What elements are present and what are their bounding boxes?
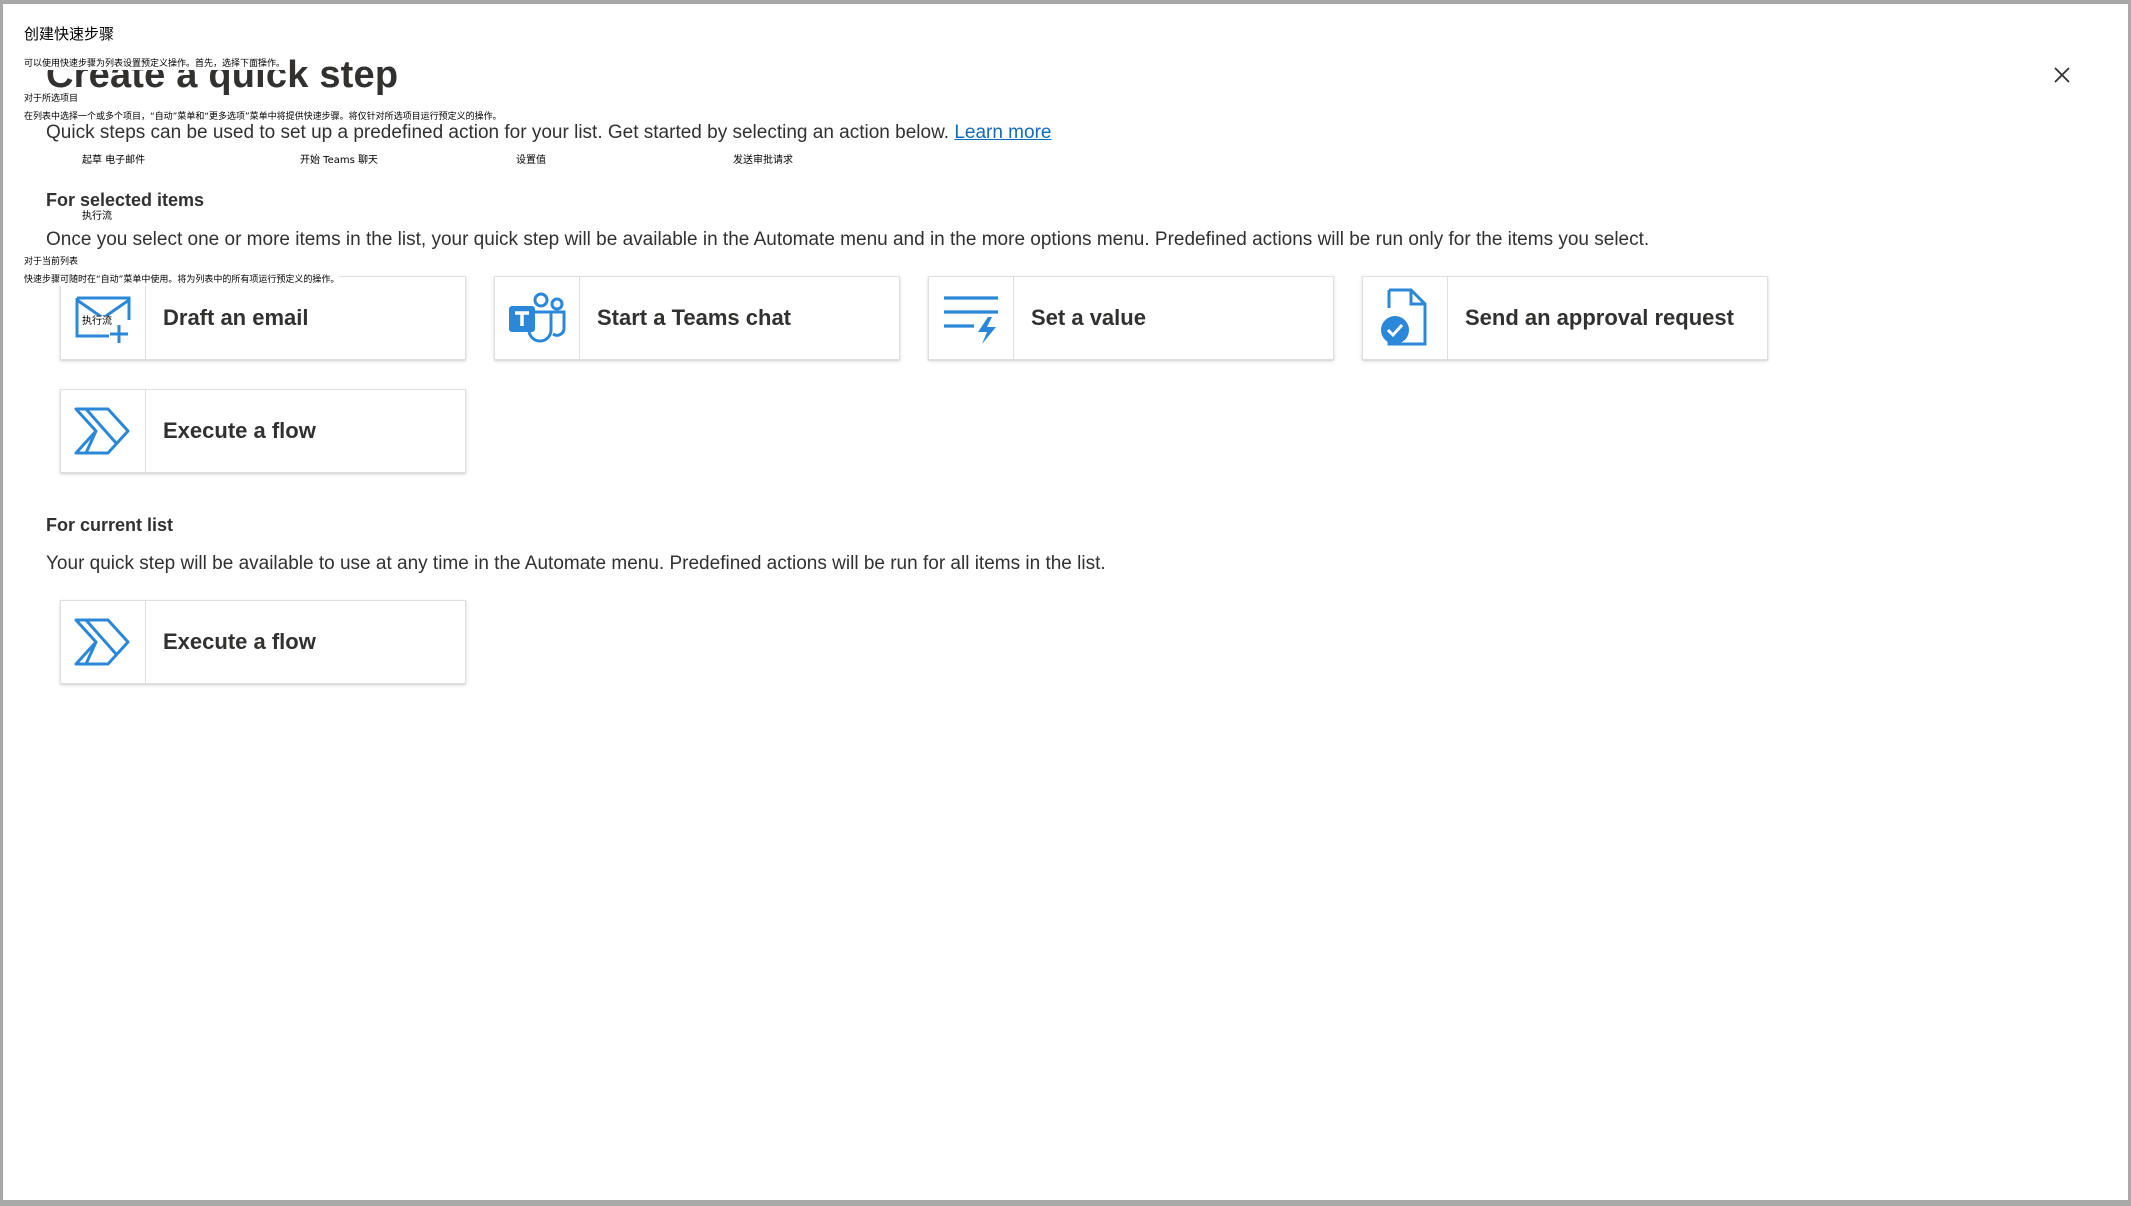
start-teams-chat-label: Start a Teams chat <box>597 305 792 330</box>
dialog-description: Quick steps can be used to set up a pred… <box>46 122 1051 144</box>
overlay-current-desc: 快速步骤可随时在“自动”菜单中使用。将为列表中的所有项运行预定义的操作。 <box>24 275 340 286</box>
execute-flow-current-card[interactable]: Execute a flow <box>60 600 466 684</box>
overlay-card-flow-1: 执行流 <box>82 211 112 222</box>
current-list-heading: For current list <box>46 515 174 535</box>
create-quick-step-dialog: Create a quick step Quick steps can be u… <box>3 4 2128 1200</box>
overlay-card-flow-2: 执行流 <box>82 316 112 327</box>
selected-items-description: Once you select one or more items in the… <box>46 229 1650 250</box>
draft-email-card[interactable]: Draft an email <box>60 276 466 360</box>
teams-icon <box>509 292 566 343</box>
current-list-description: Your quick step will be available to use… <box>46 553 1106 574</box>
execute-flow-label: Execute a flow <box>163 418 316 443</box>
selected-items-heading: For selected items <box>46 190 205 210</box>
learn-more-link[interactable]: Learn more <box>954 122 1051 143</box>
overlay-intro: 可以使用快速步骤为列表设置预定义操作。首先，选择下面操作。 <box>24 59 286 70</box>
overlay-title: 创建快速步骤 <box>24 25 115 43</box>
close-icon <box>2054 67 2070 83</box>
power-automate-icon <box>74 618 130 666</box>
set-value-icon <box>944 296 998 344</box>
power-automate-icon <box>74 407 130 455</box>
send-approval-card[interactable]: Send an approval request <box>1362 276 1768 360</box>
send-approval-label: Send an approval request <box>1465 305 1734 330</box>
overlay-card-approval: 发送审批请求 <box>733 155 793 166</box>
overlay-selected-heading: 对于所选项目 <box>24 94 79 105</box>
execute-flow-selected-card[interactable]: Execute a flow <box>60 389 466 473</box>
overlay-card-teams: 开始 Teams 聊天 <box>300 155 378 166</box>
close-button[interactable] <box>2047 60 2077 90</box>
approval-document-icon <box>1381 288 1427 346</box>
overlay-card-draft: 起草 电子邮件 <box>82 155 146 166</box>
overlay-card-value: 设置值 <box>516 155 546 166</box>
draft-email-label: Draft an email <box>163 305 309 330</box>
set-value-label: Set a value <box>1031 305 1146 330</box>
overlay-current-heading: 对于当前列表 <box>24 257 79 268</box>
overlay-selected-desc: 在列表中选择一个或多个项目，“自动”菜单和“更多选项”菜单中将提供快速步骤。将仅… <box>24 112 502 123</box>
execute-flow-label: Execute a flow <box>163 629 316 654</box>
dialog-description-text: Quick steps can be used to set up a pred… <box>46 122 950 143</box>
start-teams-chat-card[interactable]: Start a Teams chat <box>494 276 900 360</box>
set-value-card[interactable]: Set a value <box>928 276 1334 360</box>
